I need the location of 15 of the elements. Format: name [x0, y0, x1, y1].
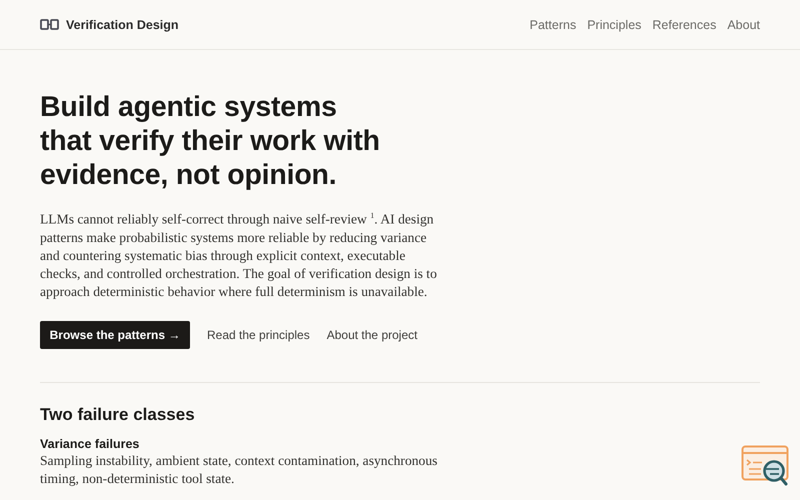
intro-paragraph: LLMs cannot reliably self-correct through naive self-review $^{1}$. AI design patterns make probabilistic systems more reliable by reducing variance and countering systematic bias through explicit context, executable checks, and controlled orchestration. The goal of verification design is to approach deterministic behavior where full determinism is unavailable. — [40, 210, 438, 302]
text-link[interactable]: About the project — [326, 328, 418, 342]
nav-link[interactable]: Principles — [587, 18, 642, 32]
section-title: Two failure classes — [40, 404, 196, 425]
item-title: Variance failures — [40, 436, 140, 451]
item-text: Sampling instability, ambient state, context contamination, asynchronous timing, non-deterministic tool state. — [40, 452, 438, 488]
nav-link[interactable]: About — [727, 18, 760, 32]
nav-link[interactable]: Patterns — [530, 18, 576, 32]
text-link[interactable]: Read the principles — [207, 328, 310, 342]
headline: Build agentic systems that verify their work with evidence, not opinion. — [40, 90, 381, 192]
window-search-icon[interactable] — [741, 445, 791, 488]
browse-button[interactable]: Browse the patterns → — [40, 320, 190, 349]
nav-link[interactable]: References — [652, 18, 716, 32]
site-title[interactable]: Verification Design — [66, 18, 179, 32]
logo-icon — [40, 19, 59, 30]
